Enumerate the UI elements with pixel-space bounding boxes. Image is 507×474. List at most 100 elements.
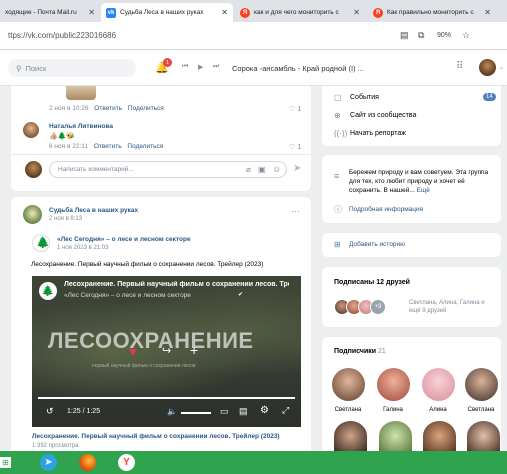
telegram-icon[interactable]: ➤ — [40, 454, 57, 471]
share-link[interactable]: Поделиться — [127, 143, 163, 150]
subscriber-avatar[interactable] — [334, 421, 367, 451]
play-icon[interactable]: ▶ — [198, 63, 203, 71]
subscriber-item[interactable]: Светлана — [331, 368, 365, 413]
share-link[interactable]: Поделиться — [128, 105, 164, 112]
search-input[interactable]: ⚲ Поиск — [8, 59, 136, 77]
tab-mail[interactable]: ходящие - Почта Mail.ru ✕ — [0, 3, 100, 22]
reply-link[interactable]: Ответить — [94, 143, 122, 150]
tab-vk[interactable]: vk Судьба Леса в наших руках ✕ — [101, 3, 233, 22]
user-avatar[interactable] — [479, 59, 496, 76]
search-icon: ⚲ — [16, 63, 22, 73]
bookmark-star-icon[interactable]: ☆ — [462, 30, 470, 41]
firefox-icon[interactable] — [79, 454, 96, 471]
settings-gear-icon[interactable]: ⚙ — [260, 405, 269, 416]
video-player[interactable]: 🌲 Лесохранение. Первый научный фильм о с… — [32, 276, 301, 427]
post-image-thumbnail[interactable] — [66, 86, 96, 100]
subscribers-count: 21 — [378, 348, 386, 355]
post-time[interactable]: 2 ноя в 10:26 — [49, 105, 88, 112]
post-time[interactable]: 2 ноя в 8:13 — [49, 216, 82, 222]
sidebar-item-events[interactable]: ▢ События 14 — [334, 93, 496, 105]
about-card: ≡ Бережем природу и вам советуем. Эта гр… — [322, 155, 501, 223]
subscriber-item[interactable]: Галина — [376, 368, 410, 413]
channel-logo-icon[interactable]: 🌲 — [39, 282, 57, 300]
os-taskbar: ⊞ ➤ Y — [0, 451, 507, 474]
yandex-browser-icon[interactable]: Y — [118, 454, 135, 471]
miniplayer-icon[interactable]: ▭ — [220, 406, 229, 417]
next-track-icon[interactable]: ⏭ — [213, 63, 219, 71]
send-icon[interactable]: ➤ — [293, 163, 301, 174]
subscriber-item[interactable]: Алина — [421, 368, 455, 413]
close-icon[interactable]: ✕ — [88, 8, 95, 17]
close-icon[interactable]: ✕ — [353, 8, 360, 17]
replay-icon[interactable]: ↺ — [46, 406, 54, 417]
screenshot-icon[interactable]: ⧉ — [418, 30, 424, 41]
chevron-down-icon[interactable]: ⌄ — [499, 64, 504, 71]
subscriber-item[interactable]: Светлана — [464, 368, 498, 413]
commenter-avatar[interactable] — [23, 122, 39, 138]
tab-title: Как правильно мониторить с — [387, 9, 474, 16]
commenter-name[interactable]: Наталья Литвинова — [49, 123, 113, 130]
about-text: Бережем природу и вам советуем. Эта груп… — [349, 168, 496, 195]
subscriber-name: Светлана — [467, 407, 495, 413]
sidebar-item-broadcast[interactable]: ((·)) Начать репортаж — [334, 129, 494, 141]
reply-link[interactable]: Ответить — [94, 105, 122, 112]
fullscreen-icon[interactable]: ⤢ — [282, 405, 289, 416]
repost-time[interactable]: 1 ноя 2023 в 21:03 — [57, 245, 108, 251]
friends-names: Светлана, Алина, Галина и ещё 9 друзей — [409, 300, 485, 314]
close-icon[interactable]: ✕ — [484, 8, 491, 17]
tree-logo-icon: 🌲 — [36, 237, 50, 249]
tab-yandex-1[interactable]: Я как и для чего мониторить с ✕ — [235, 3, 365, 22]
add-story-card[interactable]: ⊞ Добавить историю — [322, 233, 501, 257]
subtitles-icon[interactable]: ▤ — [239, 406, 248, 417]
group-avatar[interactable] — [23, 205, 42, 224]
yandex-icon: Я — [373, 7, 383, 18]
like-button[interactable]: ♡ 1 — [289, 105, 301, 113]
url-field[interactable]: ttps://vk.com/public223016686 — [8, 31, 116, 40]
subscribers-header[interactable]: Подписчики 21 — [334, 348, 386, 355]
volume-slider[interactable] — [181, 412, 211, 414]
vk-icon: vk — [106, 7, 116, 18]
subscriber-avatar[interactable] — [467, 421, 500, 451]
zoom-level[interactable]: 90% — [437, 32, 451, 39]
subscribers-card: Подписчики 21 Светлана Галина Алина Свет… — [322, 337, 501, 451]
events-count-badge: 14 — [483, 93, 496, 101]
share-icon[interactable]: ↪ — [162, 344, 171, 357]
info-lines-icon: ≡ — [334, 171, 340, 181]
sidebar-item-site[interactable]: ⊕ Сайт из сообщества — [334, 111, 494, 123]
repost-source-name[interactable]: «Лес Сегодня» – о лесе и лесном секторе — [57, 236, 191, 243]
tab-yandex-2[interactable]: Я Как правильно мониторить с ✕ — [368, 3, 496, 22]
now-playing-track[interactable]: Сорока -ансамбль - Край родной (I) ... — [232, 64, 364, 73]
browser-tab-bar: ходящие - Почта Mail.ru ✕ vk Судьба Леса… — [0, 0, 507, 22]
emoji-icon[interactable]: ☺ — [272, 164, 281, 174]
more-friends-badge[interactable]: +9 — [370, 299, 386, 315]
reader-view-icon[interactable]: ▤ — [400, 30, 409, 41]
video-caption[interactable]: Лесохранение. Первый научный фильм о сох… — [32, 433, 280, 440]
comment-input[interactable]: Написать комментарий... ⌀ ▣ ☺ — [49, 161, 287, 178]
group-name[interactable]: Судьба Леса в наших руках — [49, 207, 138, 214]
like-button[interactable]: ♡ 1 — [289, 143, 301, 151]
comment-time[interactable]: 6 ноя в 22:11 — [49, 143, 88, 150]
more-options-icon[interactable]: ··· — [291, 206, 300, 216]
video-channel[interactable]: «Лес Сегодня» – о лесе и лесном секторе — [64, 292, 191, 299]
attach-icon[interactable]: ⌀ — [246, 165, 251, 174]
start-icon[interactable]: ⊞ — [0, 457, 11, 468]
post-card-previous: 2 ноя в 10:26 Ответить Поделиться ♡ 1 На… — [11, 86, 311, 191]
tab-title: как и для чего мониторить с — [254, 9, 339, 16]
about-more-link[interactable]: Ещё — [417, 187, 430, 194]
video-title[interactable]: Лесохранение. Первый научный фильм о сох… — [64, 281, 289, 288]
previous-track-icon[interactable]: ⏮ — [182, 63, 188, 71]
details-link[interactable]: Подробная информация — [349, 206, 423, 213]
video-views: 1 392 просмотра — [32, 443, 79, 449]
subscriber-avatar[interactable] — [423, 421, 456, 451]
subscriber-avatar — [421, 368, 455, 401]
friends-title[interactable]: Подписаны 12 друзей — [334, 279, 410, 286]
video-progress-track[interactable] — [38, 397, 295, 399]
volume-icon[interactable]: 🔈 — [167, 407, 177, 416]
camera-icon[interactable]: ▣ — [258, 165, 266, 174]
heart-icon[interactable]: ♥ — [129, 344, 137, 359]
apps-grid-icon[interactable]: ⠿ — [456, 61, 463, 72]
subscriber-avatar[interactable] — [379, 421, 412, 451]
close-icon[interactable]: ✕ — [221, 8, 228, 17]
add-story-link[interactable]: Добавить историю — [349, 241, 405, 248]
add-icon[interactable]: + — [190, 342, 198, 358]
